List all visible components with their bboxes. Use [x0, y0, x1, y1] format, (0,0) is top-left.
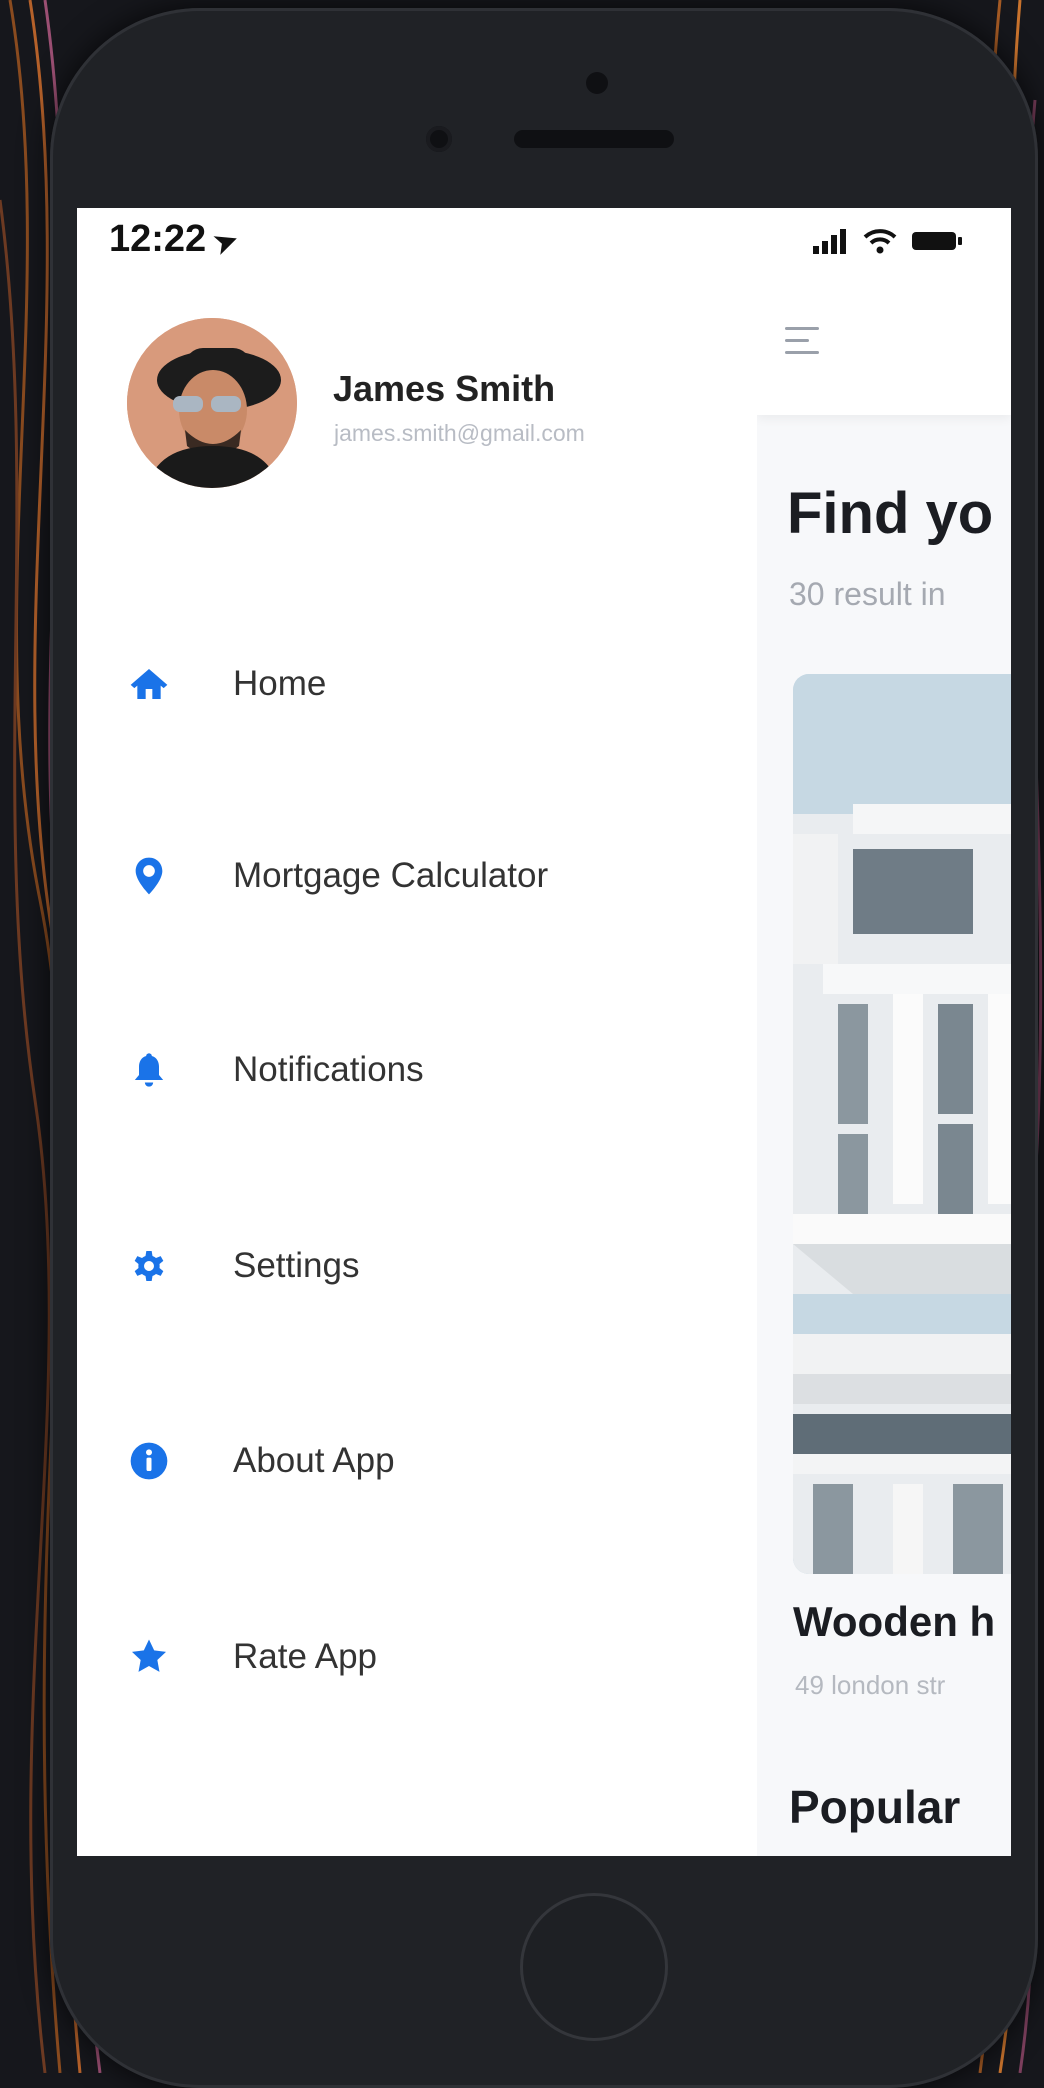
building-illustration	[793, 674, 1011, 1574]
main-content: Find yo 30 result in Wooden h 49 london …	[757, 208, 1011, 1856]
home-icon	[109, 644, 189, 724]
menu-item-home[interactable]: Home	[97, 629, 697, 739]
avatar-illustration	[127, 318, 297, 488]
status-icons	[813, 228, 963, 254]
app-header	[757, 208, 1011, 415]
phone-screen: Find yo 30 result in Wooden h 49 london …	[77, 208, 1011, 1856]
bell-icon	[109, 1030, 189, 1110]
featured-property-image[interactable]	[793, 674, 1011, 1574]
menu-item-notifications[interactable]: Notifications	[97, 1015, 697, 1125]
property-address: 49 london str	[795, 1670, 946, 1700]
menu-item-label: Settings	[233, 1246, 360, 1285]
star-icon	[109, 1617, 189, 1697]
menu-toggle-icon[interactable]	[785, 321, 825, 361]
info-icon	[109, 1421, 189, 1501]
menu-item-label: About App	[233, 1441, 395, 1480]
location-pin-icon	[109, 836, 189, 916]
page-title: Find yo	[787, 481, 994, 546]
menu-item-label: Rate App	[233, 1637, 377, 1676]
earpiece-speaker	[514, 130, 674, 148]
location-arrow-icon: ➤	[209, 222, 243, 261]
menu-item-rate-app[interactable]: Rate App	[97, 1602, 697, 1712]
user-name: James Smith	[333, 368, 556, 409]
avatar[interactable]	[127, 318, 297, 488]
wifi-icon	[863, 229, 897, 254]
section-title-popular: Popular	[789, 1781, 961, 1833]
menu-item-about-app[interactable]: About App	[97, 1406, 697, 1516]
navigation-drawer: 12:22 ➤ James Smith james.smith@gmail.com…	[77, 208, 757, 1856]
user-email: james.smith@gmail.com	[334, 420, 585, 446]
front-camera	[426, 126, 452, 152]
battery-icon	[912, 232, 962, 250]
property-title[interactable]: Wooden h	[793, 1598, 995, 1646]
menu-item-settings[interactable]: Settings	[97, 1211, 697, 1321]
status-time: 12:22 ➤	[109, 218, 242, 261]
gear-icon	[109, 1226, 189, 1306]
menu-item-label: Mortgage Calculator	[233, 856, 549, 895]
menu-item-label: Notifications	[233, 1050, 424, 1089]
menu-item-mortgage-calculator[interactable]: Mortgage Calculator	[97, 821, 697, 931]
home-button[interactable]	[520, 1893, 668, 2041]
proximity-sensor	[586, 72, 608, 94]
signal-icon	[813, 229, 846, 254]
result-count: 30 result in	[789, 576, 946, 612]
menu-item-label: Home	[233, 664, 327, 703]
status-time-text: 12:22	[109, 218, 207, 260]
